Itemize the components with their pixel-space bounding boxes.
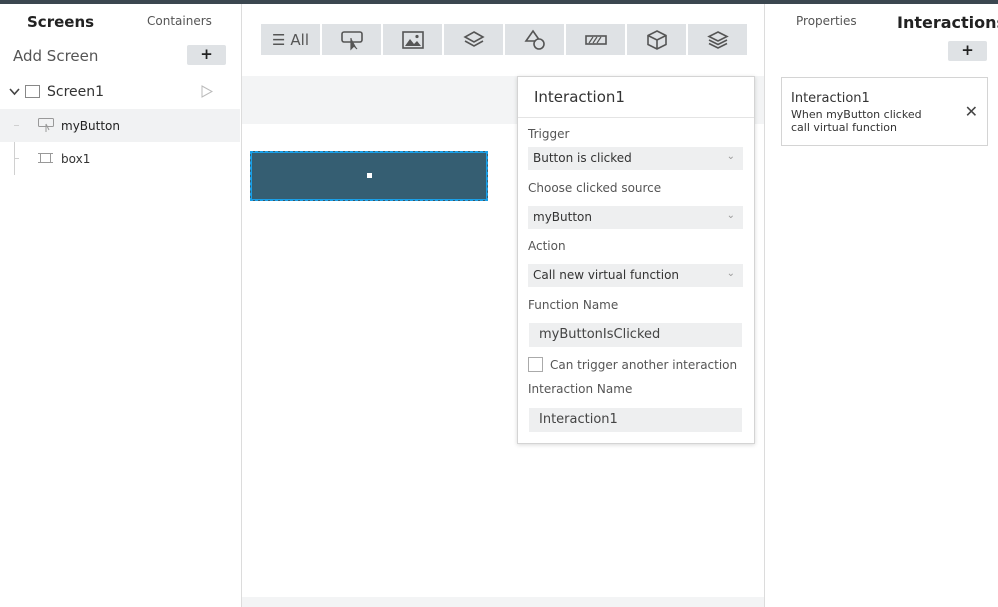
button-widgets-button[interactable] — [322, 24, 381, 55]
tree-item-label: Screen1 — [47, 84, 105, 100]
add-screen-button[interactable]: + — [187, 45, 226, 65]
chevron-down-icon: ⌄ — [726, 268, 735, 279]
filter-all-label: All — [290, 30, 310, 49]
interaction-card[interactable]: Interaction1 When myButton clicked call … — [781, 77, 988, 146]
chevron-down-icon: ⌄ — [726, 151, 735, 162]
tree-item-box1[interactable]: box1 — [0, 142, 240, 175]
widget-toolbar: ☰ All — [261, 24, 747, 55]
add-screen-label: Add Screen — [13, 47, 99, 65]
close-icon[interactable]: ✕ — [965, 102, 978, 121]
interaction-card-title: Interaction1 — [791, 91, 870, 106]
canvas-bottom-strip — [242, 597, 764, 607]
shapes-icon — [523, 29, 545, 50]
layers-icon — [462, 30, 485, 47]
action-value: Call new virtual function — [533, 268, 680, 282]
tab-containers[interactable]: Containers — [147, 14, 212, 28]
3d-widgets-button[interactable] — [627, 24, 686, 55]
trigger-label: Trigger — [528, 127, 570, 141]
filter-all-button[interactable]: ☰ All — [261, 24, 320, 55]
image-widgets-button[interactable] — [383, 24, 442, 55]
divider — [518, 117, 754, 118]
source-select[interactable]: myButton ⌄ — [528, 206, 743, 229]
tab-screens[interactable]: Screens — [27, 13, 94, 31]
tree-item-mybutton[interactable]: myButton — [0, 109, 240, 142]
popup-title: Interaction1 — [534, 88, 625, 106]
tree-item-screen1[interactable]: Screen1 — [0, 76, 240, 109]
tree-item-label: myButton — [61, 119, 120, 133]
shape-widgets-button[interactable] — [505, 24, 564, 55]
trigger-select[interactable]: Button is clicked ⌄ — [528, 147, 743, 170]
cube-icon — [646, 29, 667, 50]
button-widget-icon — [38, 118, 54, 132]
button-icon — [340, 30, 363, 50]
interaction-name-value: Interaction1 — [539, 412, 618, 427]
trigger-another-label: Can trigger another interaction — [550, 358, 738, 372]
function-name-label: Function Name — [528, 298, 619, 312]
tab-properties[interactable]: Properties — [796, 14, 857, 28]
misc-widgets-button[interactable] — [688, 24, 747, 55]
interaction-name-input[interactable]: Interaction1 — [529, 408, 742, 432]
resize-handle[interactable] — [367, 173, 372, 178]
function-name-value: myButtonIsClicked — [539, 327, 661, 342]
source-value: myButton — [533, 210, 592, 224]
play-icon[interactable] — [201, 85, 213, 98]
action-label: Action — [528, 239, 566, 253]
function-name-input[interactable]: myButtonIsClicked — [529, 323, 742, 347]
canvas-mybutton-widget[interactable] — [250, 151, 488, 201]
trigger-value: Button is clicked — [533, 151, 632, 165]
slider-icon — [584, 34, 607, 45]
tree-connector — [14, 158, 19, 159]
interaction-card-description: When myButton clicked call virtual funct… — [791, 108, 922, 134]
image-icon — [401, 30, 424, 49]
progress-widgets-button[interactable] — [566, 24, 625, 55]
screen-icon — [25, 85, 40, 98]
tree-item-label: box1 — [61, 152, 91, 166]
trigger-another-checkbox[interactable] — [528, 357, 543, 372]
stack-icon — [706, 30, 729, 49]
interaction-editor-popup: Interaction1 Trigger Button is clicked ⌄… — [517, 76, 755, 444]
tree-connector — [14, 125, 19, 126]
add-interaction-button[interactable]: + — [948, 41, 987, 61]
tab-interactions[interactable]: Interactions — [897, 13, 998, 32]
inspector-panel: Properties Interactions + Interaction1 W… — [764, 4, 998, 607]
chevron-down-icon[interactable] — [9, 87, 20, 96]
container-widgets-button[interactable] — [444, 24, 503, 55]
box-widget-icon — [38, 153, 53, 163]
source-label: Choose clicked source — [528, 181, 662, 195]
chevron-down-icon: ⌄ — [726, 210, 735, 221]
menu-icon: ☰ — [271, 30, 286, 49]
screens-panel: Screens Containers Add Screen + Screen1 … — [0, 4, 242, 607]
action-select[interactable]: Call new virtual function ⌄ — [528, 264, 743, 287]
interaction-name-label: Interaction Name — [528, 382, 633, 396]
